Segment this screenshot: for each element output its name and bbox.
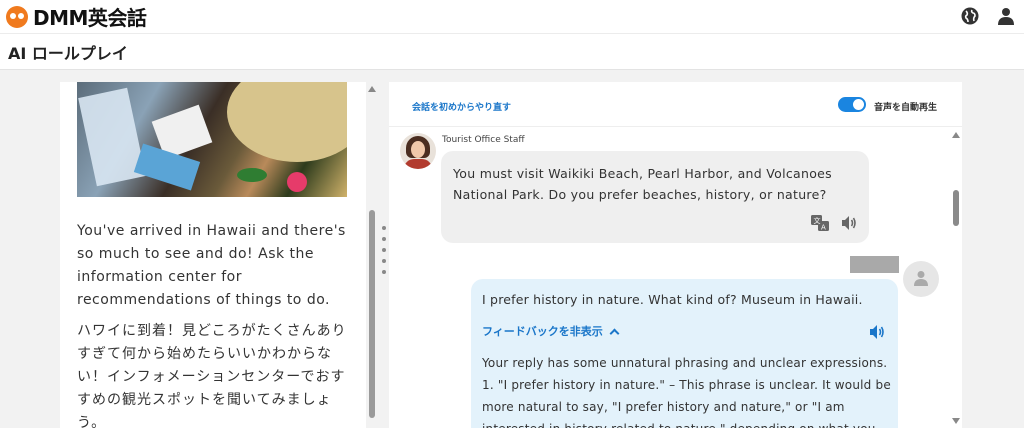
- chat-scrollbar[interactable]: [949, 128, 963, 428]
- scenario-scrollbar[interactable]: [366, 82, 378, 428]
- bot-message-text: You must visit Waikiki Beach, Pearl Harb…: [453, 166, 832, 202]
- scroll-up-icon[interactable]: [368, 86, 376, 92]
- panel-resize-handle[interactable]: [381, 226, 387, 286]
- user-avatar: [903, 261, 939, 297]
- hide-feedback-label: フィードバックを非表示: [482, 325, 603, 338]
- scenario-description-en: You've arrived in Hawaii and there's so …: [77, 223, 346, 308]
- logo-text: DMM英会話: [33, 6, 147, 30]
- scenario-photo: [77, 82, 347, 197]
- scenario-panel: You've arrived in Hawaii and there's so …: [60, 82, 366, 428]
- user-name-placeholder: [850, 256, 899, 273]
- chat-scroll-thumb[interactable]: [953, 190, 959, 226]
- autoplay-toggle[interactable]: [838, 97, 866, 112]
- dmm-logo[interactable]: DMM英会話: [6, 2, 147, 31]
- autoplay-label: 音声を自動再生: [874, 103, 938, 113]
- chat-toolbar: 会話を初めからやり直す 音声を自動再生: [389, 82, 962, 127]
- chat-scroll-up-icon[interactable]: [952, 132, 960, 138]
- speaker-name: Tourist Office Staff: [442, 135, 525, 145]
- user-message-bubble: I prefer history in nature. What kind of…: [471, 279, 898, 428]
- scenario-description-ja: ハワイに到着！見どころがたくさんありすぎて何から始めたらいいかわからない！インフ…: [77, 323, 347, 428]
- scroll-thumb[interactable]: [369, 210, 375, 418]
- bot-message-bubble: You must visit Waikiki Beach, Pearl Harb…: [441, 151, 869, 243]
- chat-panel: 会話を初めからやり直す 音声を自動再生 Tourist Office Staff…: [389, 82, 962, 428]
- user-icon[interactable]: [996, 6, 1016, 26]
- speaker-icon[interactable]: [840, 214, 858, 232]
- page-title: AI ロールプレイ: [8, 43, 128, 63]
- chevron-up-icon: [609, 328, 620, 338]
- globe-icon[interactable]: [960, 6, 980, 26]
- svg-text:文: 文: [814, 216, 821, 225]
- svg-text:A: A: [821, 224, 826, 232]
- hide-feedback-button[interactable]: フィードバックを非表示: [482, 323, 620, 339]
- title-bar: AI ロールプレイ: [0, 34, 1024, 70]
- restart-conversation-link[interactable]: 会話を初めからやり直す: [412, 100, 511, 113]
- staff-avatar: [400, 133, 436, 169]
- user-avatar-icon: [914, 271, 928, 286]
- user-message-text: I prefer history in nature. What kind of…: [482, 292, 863, 307]
- feedback-text: Your reply has some unnatural phrasing a…: [482, 356, 891, 428]
- top-header: DMM英会話: [0, 0, 1024, 34]
- translate-icon[interactable]: 文 A: [811, 215, 829, 231]
- feedback-speaker-icon[interactable]: [868, 323, 886, 341]
- logo-mark-icon: [6, 5, 28, 28]
- chat-scroll-down-icon[interactable]: [952, 418, 960, 424]
